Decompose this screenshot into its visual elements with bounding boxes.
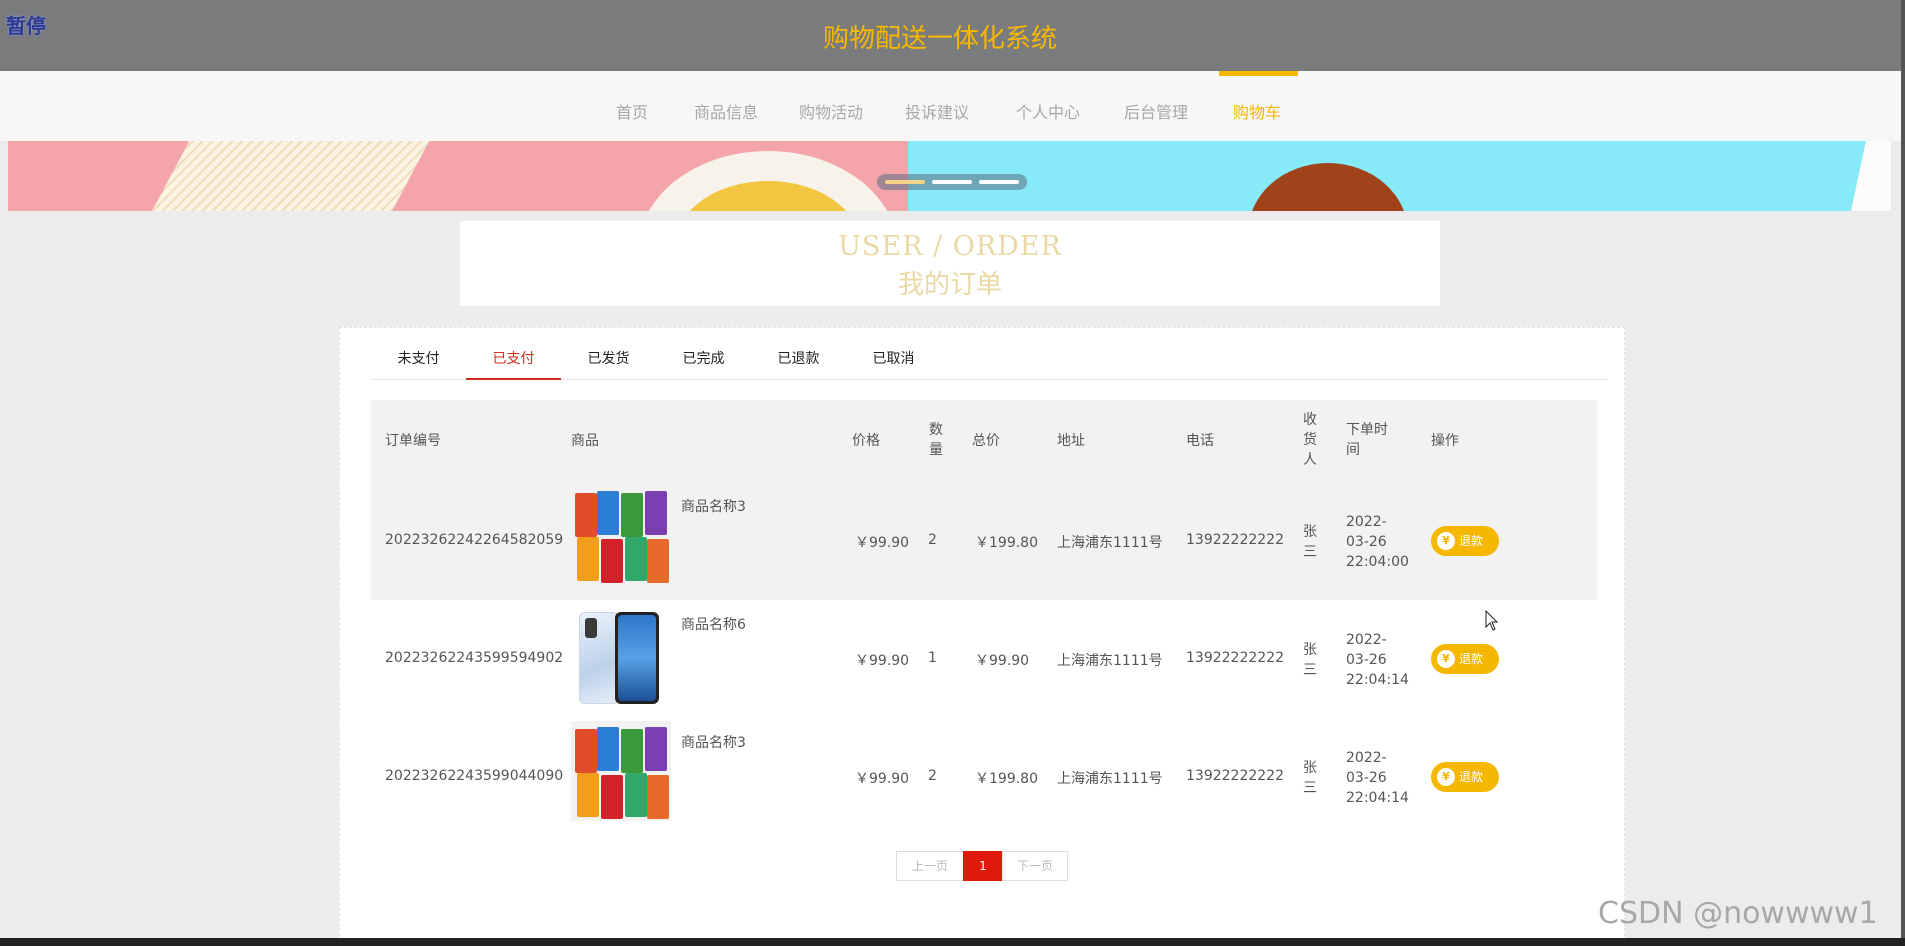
- tab-shipped[interactable]: 已发货: [561, 328, 656, 380]
- app-title: 购物配送一体化系统: [822, 24, 1057, 54]
- header-product: 商品: [571, 433, 599, 449]
- table-header: 订单编号 商品 价格 数量 总价 地址 电话 收货人 下单时间 操作: [371, 400, 1597, 482]
- yen-icon: ¥: [1437, 532, 1455, 550]
- table-row: 20223262242264582059 商品名称3 ￥99.90 2 ￥199…: [371, 482, 1597, 600]
- carousel-dot[interactable]: [932, 180, 972, 184]
- refund-label: 退款: [1459, 534, 1484, 548]
- tab-unpaid[interactable]: 未支付: [371, 328, 466, 380]
- header-phone: 电话: [1186, 433, 1214, 449]
- snack-pack-image[interactable]: [571, 485, 671, 585]
- section-heading: USER / ORDER 我的订单: [460, 221, 1440, 306]
- carousel-indicators: [877, 174, 1027, 190]
- window-scrollbar[interactable]: [1901, 0, 1905, 938]
- quantity: 1: [928, 650, 937, 666]
- phone: 13922222222: [1186, 768, 1284, 784]
- tab-paid[interactable]: 已支付: [466, 328, 561, 380]
- product-name[interactable]: 商品名称3: [681, 732, 746, 752]
- order-time: 2022-03-26 22:04:00: [1346, 514, 1409, 570]
- header-receiver: 收货人: [1303, 412, 1317, 468]
- nav-active-indicator: [1219, 71, 1298, 76]
- next-page-button[interactable]: 下一页: [1002, 851, 1068, 881]
- table-row: 20223262243599044090 商品名称3 ￥99.90 2 ￥199…: [371, 718, 1597, 836]
- header-price: 价格: [852, 433, 880, 449]
- header-order-no: 订单编号: [385, 433, 441, 449]
- refund-button[interactable]: ¥ 退款: [1431, 526, 1499, 556]
- quantity: 2: [928, 532, 937, 548]
- phone: 13922222222: [1186, 650, 1284, 666]
- header-order-time: 下单时间: [1346, 422, 1388, 458]
- header-action: 操作: [1431, 433, 1459, 449]
- page-number-current[interactable]: 1: [963, 851, 1003, 881]
- nav-item-complaints[interactable]: 投诉建议: [905, 99, 969, 123]
- phone: 13922222222: [1186, 532, 1284, 548]
- address: 上海浦东1111号: [1057, 535, 1163, 551]
- refund-button[interactable]: ¥ 退款: [1431, 762, 1499, 792]
- table-row: 20223262243599594902 商品名称6 ￥99.90 1 ￥99.…: [371, 600, 1597, 718]
- tab-cancelled[interactable]: 已取消: [846, 328, 941, 380]
- refund-label: 退款: [1459, 652, 1484, 666]
- mouse-cursor-icon: [1485, 610, 1499, 631]
- total-price: ￥199.80: [975, 535, 1038, 551]
- order-number: 20223262242264582059: [385, 532, 564, 548]
- header-address: 地址: [1057, 433, 1085, 449]
- product-name[interactable]: 商品名称6: [681, 614, 746, 634]
- receiver: 张三: [1303, 524, 1317, 560]
- quantity: 2: [928, 768, 937, 784]
- carousel-dot[interactable]: [979, 180, 1019, 184]
- order-status-tabs: 未支付 已支付 已发货 已完成 已退款 已取消: [371, 328, 1607, 380]
- app-header: 暂停 购物配送一体化系统: [0, 0, 1905, 71]
- order-number: 20223262243599044090: [385, 768, 564, 784]
- carousel-dot[interactable]: [885, 180, 925, 184]
- unit-price: ￥99.90: [855, 771, 910, 787]
- banner-background-blue: [908, 141, 1891, 211]
- tab-refunded[interactable]: 已退款: [751, 328, 846, 380]
- watermark: CSDN @nowwww1: [1598, 896, 1878, 931]
- order-number: 20223262243599594902: [385, 650, 564, 666]
- order-time: 2022-03-26 22:04:14: [1346, 750, 1409, 806]
- snack-pack-image[interactable]: [571, 721, 671, 821]
- yen-icon: ¥: [1437, 768, 1455, 786]
- refund-button[interactable]: ¥ 退款: [1431, 644, 1499, 674]
- header-total: 总价: [972, 433, 1000, 449]
- banner-noodles-image: [141, 141, 435, 211]
- header-qty: 数量: [929, 422, 943, 458]
- total-price: ￥199.80: [975, 771, 1038, 787]
- yen-icon: ¥: [1437, 650, 1455, 668]
- receiver: 张三: [1303, 642, 1317, 678]
- address: 上海浦东1111号: [1057, 771, 1163, 787]
- tab-completed[interactable]: 已完成: [656, 328, 751, 380]
- banner-carousel[interactable]: [8, 141, 1891, 211]
- prev-page-button[interactable]: 上一页: [896, 851, 964, 881]
- nav-item-admin[interactable]: 后台管理: [1124, 99, 1188, 123]
- total-price: ￥99.90: [975, 653, 1030, 669]
- section-title-zh: 我的订单: [897, 270, 1002, 300]
- nav-item-cart[interactable]: 购物车: [1233, 99, 1281, 123]
- address: 上海浦东1111号: [1057, 653, 1163, 669]
- unit-price: ￥99.90: [855, 535, 910, 551]
- nav-item-activities[interactable]: 购物活动: [799, 99, 863, 123]
- smartphone-image[interactable]: [571, 610, 671, 710]
- receiver: 张三: [1303, 760, 1317, 796]
- nav-item-products[interactable]: 商品信息: [694, 99, 758, 123]
- nav-item-home[interactable]: 首页: [616, 99, 648, 123]
- order-time: 2022-03-26 22:04:14: [1346, 632, 1409, 688]
- main-nav: 首页 商品信息 购物活动 投诉建议 个人中心 后台管理 购物车: [0, 71, 1905, 141]
- refund-label: 退款: [1459, 770, 1484, 784]
- window-bottom-border: [0, 938, 1905, 946]
- nav-item-profile[interactable]: 个人中心: [1016, 99, 1080, 123]
- unit-price: ￥99.90: [855, 653, 910, 669]
- section-title-en: USER / ORDER: [838, 231, 1062, 262]
- product-name[interactable]: 商品名称3: [681, 496, 746, 516]
